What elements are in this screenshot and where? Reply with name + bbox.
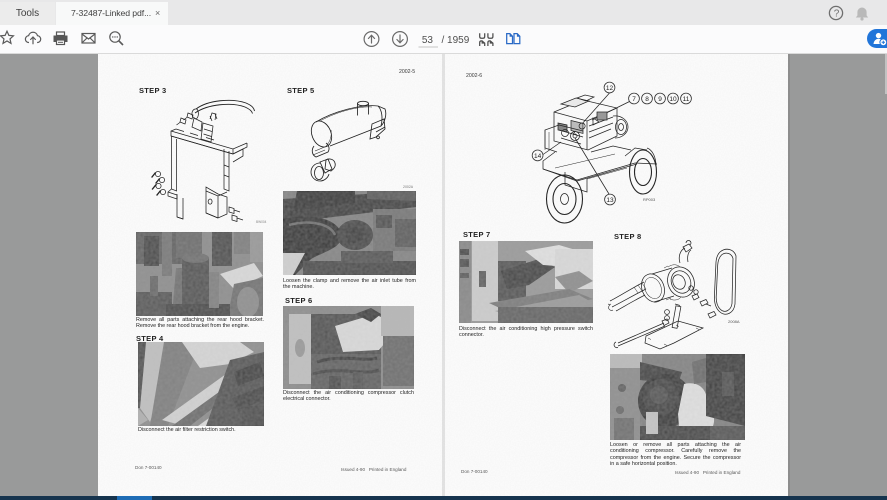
svg-text:?: ?: [834, 9, 840, 20]
svg-text:9: 9: [658, 96, 662, 103]
svg-text:14: 14: [534, 153, 542, 160]
svg-text:11: 11: [683, 96, 690, 103]
svg-text:2008A: 2008A: [728, 319, 740, 324]
svg-text:/ 1959: / 1959: [442, 35, 470, 46]
svg-text:7: 7: [632, 96, 636, 103]
svg-text:10: 10: [669, 96, 677, 103]
svg-text:RP003: RP003: [643, 197, 656, 202]
svg-text:8: 8: [645, 96, 649, 103]
svg-text:BW004: BW004: [256, 220, 267, 224]
svg-text:13: 13: [606, 197, 614, 204]
svg-text:12: 12: [606, 85, 614, 92]
svg-text:53: 53: [422, 35, 434, 46]
